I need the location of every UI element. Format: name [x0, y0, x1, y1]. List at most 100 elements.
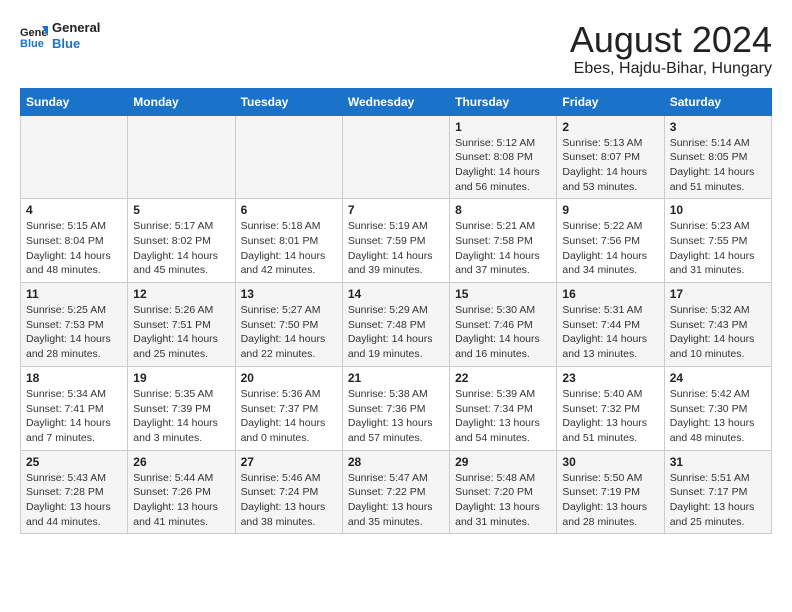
day-number: 18 — [26, 371, 122, 385]
calendar-cell: 11 Sunrise: 5:25 AMSunset: 7:53 PMDayligh… — [21, 283, 128, 367]
day-number: 3 — [670, 120, 766, 134]
day-info: Sunrise: 5:26 AMSunset: 7:51 PMDaylight:… — [133, 303, 229, 362]
day-info: Sunrise: 5:32 AMSunset: 7:43 PMDaylight:… — [670, 303, 766, 362]
week-row-3: 11 Sunrise: 5:25 AMSunset: 7:53 PMDayligh… — [21, 283, 772, 367]
day-info: Sunrise: 5:30 AMSunset: 7:46 PMDaylight:… — [455, 303, 551, 362]
calendar-cell: 31 Sunrise: 5:51 AMSunset: 7:17 PMDayligh… — [664, 450, 771, 534]
week-row-2: 4 Sunrise: 5:15 AMSunset: 8:04 PMDaylight… — [21, 199, 772, 283]
calendar-cell: 25Sunrise: 5:43 AMSunset: 7:28 PMDayligh… — [21, 450, 128, 534]
day-number: 5 — [133, 203, 229, 217]
month-title: August 2024 — [570, 20, 772, 60]
day-number: 31 — [670, 455, 766, 469]
header: General Blue General Blue August 2024 Eb… — [20, 20, 772, 78]
calendar-cell: 28 Sunrise: 5:47 AMSunset: 7:22 PMDayligh… — [342, 450, 449, 534]
weekday-monday: Monday — [128, 88, 235, 115]
day-info: Sunrise: 5:19 AMSunset: 7:59 PMDaylight:… — [348, 219, 444, 278]
day-number: 12 — [133, 287, 229, 301]
weekday-thursday: Thursday — [450, 88, 557, 115]
logo: General Blue General Blue — [20, 20, 100, 51]
calendar-cell: 30Sunrise: 5:50 AMSunset: 7:19 PMDayligh… — [557, 450, 664, 534]
day-number: 26 — [133, 455, 229, 469]
calendar-cell: 5 Sunrise: 5:17 AMSunset: 8:02 PMDaylight… — [128, 199, 235, 283]
calendar-cell: 4 Sunrise: 5:15 AMSunset: 8:04 PMDaylight… — [21, 199, 128, 283]
day-info: Sunrise: 5:21 AMSunset: 7:58 PMDaylight:… — [455, 219, 551, 278]
weekday-friday: Friday — [557, 88, 664, 115]
day-info: Sunrise: 5:17 AMSunset: 8:02 PMDaylight:… — [133, 219, 229, 278]
day-info: Sunrise: 5:31 AMSunset: 7:44 PMDaylight:… — [562, 303, 658, 362]
day-info: Sunrise: 5:36 AMSunset: 7:37 PMDaylight:… — [241, 387, 337, 446]
calendar-cell: 19Sunrise: 5:35 AMSunset: 7:39 PMDayligh… — [128, 366, 235, 450]
day-number: 29 — [455, 455, 551, 469]
calendar-cell: 23 Sunrise: 5:40 AMSunset: 7:32 PMDayligh… — [557, 366, 664, 450]
day-number: 4 — [26, 203, 122, 217]
day-info: Sunrise: 5:34 AMSunset: 7:41 PMDaylight:… — [26, 387, 122, 446]
day-number: 11 — [26, 287, 122, 301]
day-number: 20 — [241, 371, 337, 385]
day-info: Sunrise: 5:51 AMSunset: 7:17 PMDaylight:… — [670, 471, 766, 530]
day-info: Sunrise: 5:22 AMSunset: 7:56 PMDaylight:… — [562, 219, 658, 278]
calendar-cell: 8 Sunrise: 5:21 AMSunset: 7:58 PMDaylight… — [450, 199, 557, 283]
calendar-cell: 3 Sunrise: 5:14 AMSunset: 8:05 PMDaylight… — [664, 115, 771, 199]
day-number: 7 — [348, 203, 444, 217]
day-number: 28 — [348, 455, 444, 469]
day-info: Sunrise: 5:40 AMSunset: 7:32 PMDaylight:… — [562, 387, 658, 446]
day-info: Sunrise: 5:14 AMSunset: 8:05 PMDaylight:… — [670, 136, 766, 195]
calendar-cell — [342, 115, 449, 199]
day-info: Sunrise: 5:44 AMSunset: 7:26 PMDaylight:… — [133, 471, 229, 530]
calendar-cell: 12 Sunrise: 5:26 AMSunset: 7:51 PMDayligh… — [128, 283, 235, 367]
day-number: 13 — [241, 287, 337, 301]
day-info: Sunrise: 5:39 AMSunset: 7:34 PMDaylight:… — [455, 387, 551, 446]
weekday-tuesday: Tuesday — [235, 88, 342, 115]
calendar-cell — [21, 115, 128, 199]
day-info: Sunrise: 5:13 AMSunset: 8:07 PMDaylight:… — [562, 136, 658, 195]
day-number: 8 — [455, 203, 551, 217]
week-row-4: 18 Sunrise: 5:34 AMSunset: 7:41 PMDayligh… — [21, 366, 772, 450]
calendar-table: SundayMondayTuesdayWednesdayThursdayFrid… — [20, 88, 772, 535]
day-number: 21 — [348, 371, 444, 385]
calendar-cell: 16 Sunrise: 5:31 AMSunset: 7:44 PMDayligh… — [557, 283, 664, 367]
calendar-cell: 13Sunrise: 5:27 AMSunset: 7:50 PMDayligh… — [235, 283, 342, 367]
calendar-cell: 7 Sunrise: 5:19 AMSunset: 7:59 PMDaylight… — [342, 199, 449, 283]
calendar-cell — [235, 115, 342, 199]
calendar-cell: 22 Sunrise: 5:39 AMSunset: 7:34 PMDayligh… — [450, 366, 557, 450]
day-number: 10 — [670, 203, 766, 217]
weekday-header-row: SundayMondayTuesdayWednesdayThursdayFrid… — [21, 88, 772, 115]
title-block: August 2024 Ebes, Hajdu-Bihar, Hungary — [570, 20, 772, 78]
page: General Blue General Blue August 2024 Eb… — [0, 0, 792, 544]
day-number: 2 — [562, 120, 658, 134]
calendar-cell: 27 Sunrise: 5:46 AMSunset: 7:24 PMDayligh… — [235, 450, 342, 534]
day-number: 22 — [455, 371, 551, 385]
calendar-cell: 15Sunrise: 5:30 AMSunset: 7:46 PMDayligh… — [450, 283, 557, 367]
weekday-wednesday: Wednesday — [342, 88, 449, 115]
calendar-cell: 9 Sunrise: 5:22 AMSunset: 7:56 PMDaylight… — [557, 199, 664, 283]
weekday-sunday: Sunday — [21, 88, 128, 115]
week-row-5: 25Sunrise: 5:43 AMSunset: 7:28 PMDayligh… — [21, 450, 772, 534]
calendar-cell — [128, 115, 235, 199]
calendar-cell: 17Sunrise: 5:32 AMSunset: 7:43 PMDayligh… — [664, 283, 771, 367]
day-info: Sunrise: 5:47 AMSunset: 7:22 PMDaylight:… — [348, 471, 444, 530]
day-number: 9 — [562, 203, 658, 217]
calendar-cell: 26 Sunrise: 5:44 AMSunset: 7:26 PMDayligh… — [128, 450, 235, 534]
calendar-cell: 2 Sunrise: 5:13 AMSunset: 8:07 PMDaylight… — [557, 115, 664, 199]
day-number: 14 — [348, 287, 444, 301]
logo-general: General — [52, 20, 100, 35]
location: Ebes, Hajdu-Bihar, Hungary — [570, 60, 772, 78]
day-info: Sunrise: 5:15 AMSunset: 8:04 PMDaylight:… — [26, 219, 122, 278]
day-info: Sunrise: 5:38 AMSunset: 7:36 PMDaylight:… — [348, 387, 444, 446]
svg-text:Blue: Blue — [20, 38, 44, 50]
logo-icon: General Blue — [20, 22, 48, 50]
calendar-cell: 21 Sunrise: 5:38 AMSunset: 7:36 PMDayligh… — [342, 366, 449, 450]
logo-blue: Blue — [52, 36, 80, 51]
day-number: 16 — [562, 287, 658, 301]
week-row-1: 1Sunrise: 5:12 AMSunset: 8:08 PMDaylight… — [21, 115, 772, 199]
day-info: Sunrise: 5:25 AMSunset: 7:53 PMDaylight:… — [26, 303, 122, 362]
day-info: Sunrise: 5:46 AMSunset: 7:24 PMDaylight:… — [241, 471, 337, 530]
day-info: Sunrise: 5:23 AMSunset: 7:55 PMDaylight:… — [670, 219, 766, 278]
day-number: 27 — [241, 455, 337, 469]
day-number: 23 — [562, 371, 658, 385]
calendar-cell: 29Sunrise: 5:48 AMSunset: 7:20 PMDayligh… — [450, 450, 557, 534]
day-info: Sunrise: 5:50 AMSunset: 7:19 PMDaylight:… — [562, 471, 658, 530]
weekday-saturday: Saturday — [664, 88, 771, 115]
day-number: 19 — [133, 371, 229, 385]
calendar-cell: 10 Sunrise: 5:23 AMSunset: 7:55 PMDayligh… — [664, 199, 771, 283]
